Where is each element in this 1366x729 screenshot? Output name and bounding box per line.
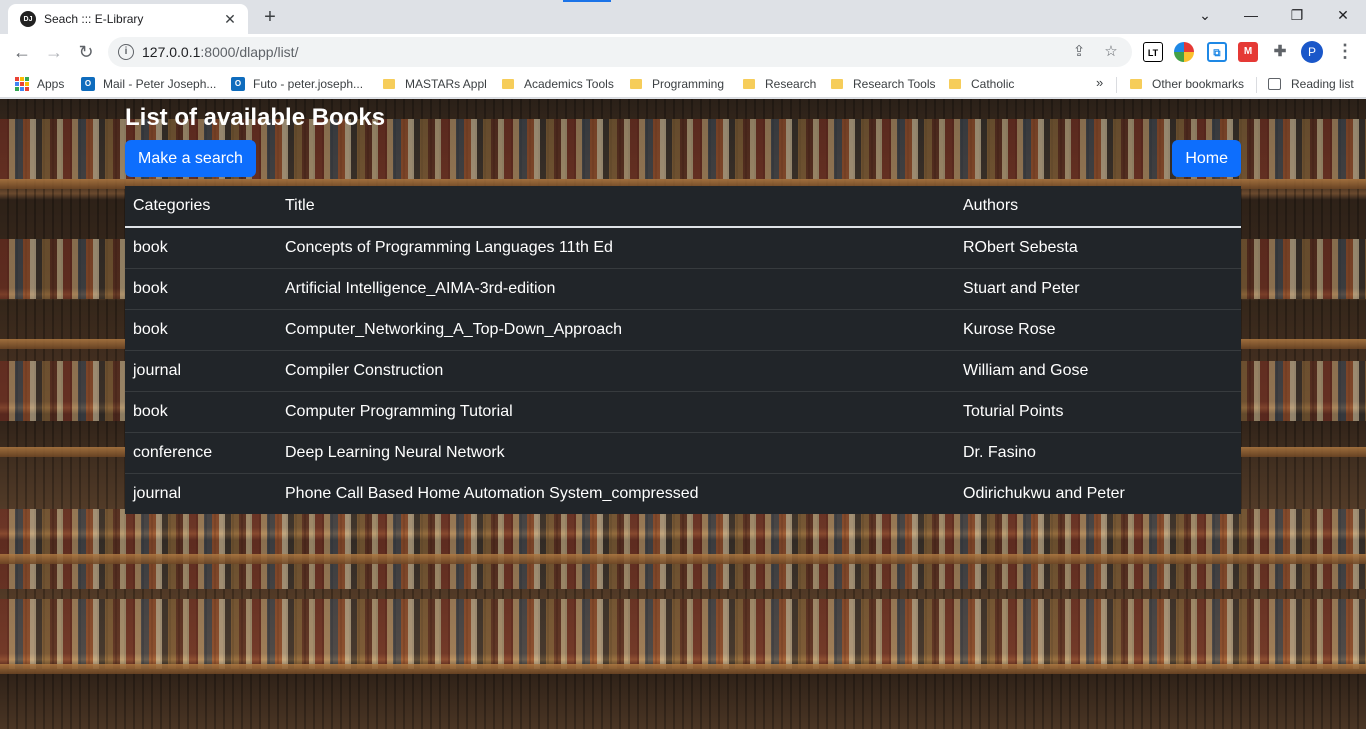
shelf-plank	[0, 664, 1366, 674]
folder-icon	[502, 79, 514, 89]
tab-title: Seach ::: E-Library	[44, 12, 144, 26]
bookmark-other[interactable]: Other bookmarks	[1130, 75, 1244, 93]
cell-authors: Odirichukwu and Peter	[955, 472, 1241, 514]
column-header-categories: Categories	[125, 186, 277, 228]
column-header-authors: Authors	[955, 186, 1241, 228]
screen-capture-extension-icon[interactable]: ⧉	[1207, 42, 1227, 62]
bookmark-research-tools[interactable]: Research Tools	[831, 75, 936, 93]
bookmark-mastars[interactable]: MASTARs Appl	[383, 75, 487, 93]
bookmark-research[interactable]: Research	[743, 75, 816, 93]
outlook-icon: O	[81, 77, 95, 91]
reload-icon[interactable]: ↻	[74, 40, 98, 64]
new-tab-button[interactable]: +	[258, 6, 282, 30]
url-text: 127.0.0.1:8000/dlapp/list/	[142, 44, 299, 60]
profile-avatar[interactable]: P	[1301, 41, 1323, 63]
table-row: conference Deep Learning Neural Network …	[125, 431, 1241, 473]
django-favicon-icon: DJ	[20, 11, 36, 27]
bookmark-programming[interactable]: Programming	[630, 75, 724, 93]
bookmarks-divider	[1256, 77, 1257, 93]
folder-icon	[743, 79, 755, 89]
bookshelf-background	[0, 599, 1366, 669]
extensions-puzzle-icon[interactable]: ✚	[1270, 42, 1290, 62]
make-search-button[interactable]: Make a search	[125, 140, 256, 177]
bookmark-futo[interactable]: O Futo - peter.joseph...	[231, 75, 363, 93]
tab-search-icon[interactable]: ⌄	[1191, 4, 1219, 28]
page-title: List of available Books	[125, 104, 386, 131]
bookshelf-background	[0, 509, 1366, 589]
tab-strip-accent	[563, 0, 611, 2]
cell-title: Computer_Networking_A_Top-Down_Approach	[277, 308, 955, 350]
cell-category: journal	[125, 472, 277, 514]
folder-icon	[831, 79, 843, 89]
back-icon[interactable]: ←	[10, 40, 34, 64]
folder-icon	[1130, 79, 1142, 89]
cell-authors: Dr. Fasino	[955, 431, 1241, 473]
outlook-icon: O	[231, 77, 245, 91]
cell-title: Artificial Intelligence_AIMA-3rd-edition	[277, 267, 955, 309]
bookmark-academics-tools[interactable]: Academics Tools	[502, 75, 614, 93]
cell-category: book	[125, 267, 277, 309]
menu-kebab-icon[interactable]: ⋮	[1336, 40, 1354, 64]
cell-category: book	[125, 390, 277, 432]
cell-authors: William and Gose	[955, 349, 1241, 391]
cell-authors: RObert Sebesta	[955, 226, 1241, 268]
folder-icon	[383, 79, 395, 89]
cell-title: Deep Learning Neural Network	[277, 431, 955, 473]
reading-list[interactable]: Reading list	[1268, 75, 1354, 93]
address-bar[interactable]: i 127.0.0.1:8000/dlapp/list/ ⇪ ☆	[108, 37, 1132, 67]
forward-icon[interactable]: →	[42, 40, 66, 64]
cell-category: book	[125, 226, 277, 268]
reading-list-icon	[1268, 78, 1281, 90]
bookmark-apps[interactable]: Apps	[15, 75, 64, 93]
cell-title: Phone Call Based Home Automation System_…	[277, 472, 955, 514]
bookmark-mail[interactable]: O Mail - Peter Joseph...	[81, 75, 216, 93]
table-row: book Computer Programming Tutorial Totur…	[125, 390, 1241, 432]
bookmarks-bar: Apps O Mail - Peter Joseph... O Futo - p…	[0, 70, 1366, 98]
cell-authors: Kurose Rose	[955, 308, 1241, 350]
cell-category: journal	[125, 349, 277, 391]
table-row: book Artificial Intelligence_AIMA-3rd-ed…	[125, 267, 1241, 309]
folder-icon	[630, 79, 642, 89]
tab-active[interactable]: DJ Seach ::: E-Library ✕	[8, 4, 248, 34]
table-row: book Concepts of Programming Languages 1…	[125, 226, 1241, 268]
cell-title: Computer Programming Tutorial	[277, 390, 955, 432]
bookmark-catholic[interactable]: Catholic	[949, 75, 1014, 93]
cell-authors: Toturial Points	[955, 390, 1241, 432]
bookmarks-divider	[1116, 77, 1117, 93]
close-icon[interactable]: ✕	[222, 11, 238, 28]
table-row: journal Compiler Construction William an…	[125, 349, 1241, 391]
cell-title: Concepts of Programming Languages 11th E…	[277, 226, 955, 268]
browser-toolbar: ← → ↻ i 127.0.0.1:8000/dlapp/list/ ⇪ ☆ L…	[0, 34, 1366, 70]
more-bookmarks-chevron-icon[interactable]: »	[1096, 75, 1103, 90]
tab-strip: DJ Seach ::: E-Library ✕ + ⌄ — ❐ ✕	[0, 0, 1366, 34]
minimize-icon[interactable]: —	[1237, 4, 1265, 28]
table-header-row: Categories Title Authors	[125, 186, 1241, 228]
cell-category: conference	[125, 431, 277, 473]
restore-icon[interactable]: ❐	[1283, 4, 1311, 28]
share-icon[interactable]: ⇪	[1070, 43, 1088, 61]
cell-authors: Stuart and Peter	[955, 267, 1241, 309]
books-table: Categories Title Authors book Concepts o…	[125, 186, 1241, 514]
home-button[interactable]: Home	[1172, 140, 1241, 177]
column-header-title: Title	[277, 186, 955, 228]
color-extension-icon[interactable]	[1174, 42, 1194, 62]
folder-icon	[949, 79, 961, 89]
mendeley-extension-icon[interactable]: M	[1238, 42, 1258, 62]
page-body: List of available Books Make a search Ho…	[0, 99, 1366, 729]
cell-category: book	[125, 308, 277, 350]
site-info-icon[interactable]: i	[118, 44, 134, 60]
apps-grid-icon	[15, 77, 29, 91]
close-window-icon[interactable]: ✕	[1329, 4, 1357, 28]
table-row: journal Phone Call Based Home Automation…	[125, 472, 1241, 514]
cell-title: Compiler Construction	[277, 349, 955, 391]
shelf-plank	[0, 554, 1366, 564]
languagetool-extension-icon[interactable]: LT	[1143, 42, 1163, 62]
table-row: book Computer_Networking_A_Top-Down_Appr…	[125, 308, 1241, 350]
bookmark-star-icon[interactable]: ☆	[1102, 43, 1120, 61]
